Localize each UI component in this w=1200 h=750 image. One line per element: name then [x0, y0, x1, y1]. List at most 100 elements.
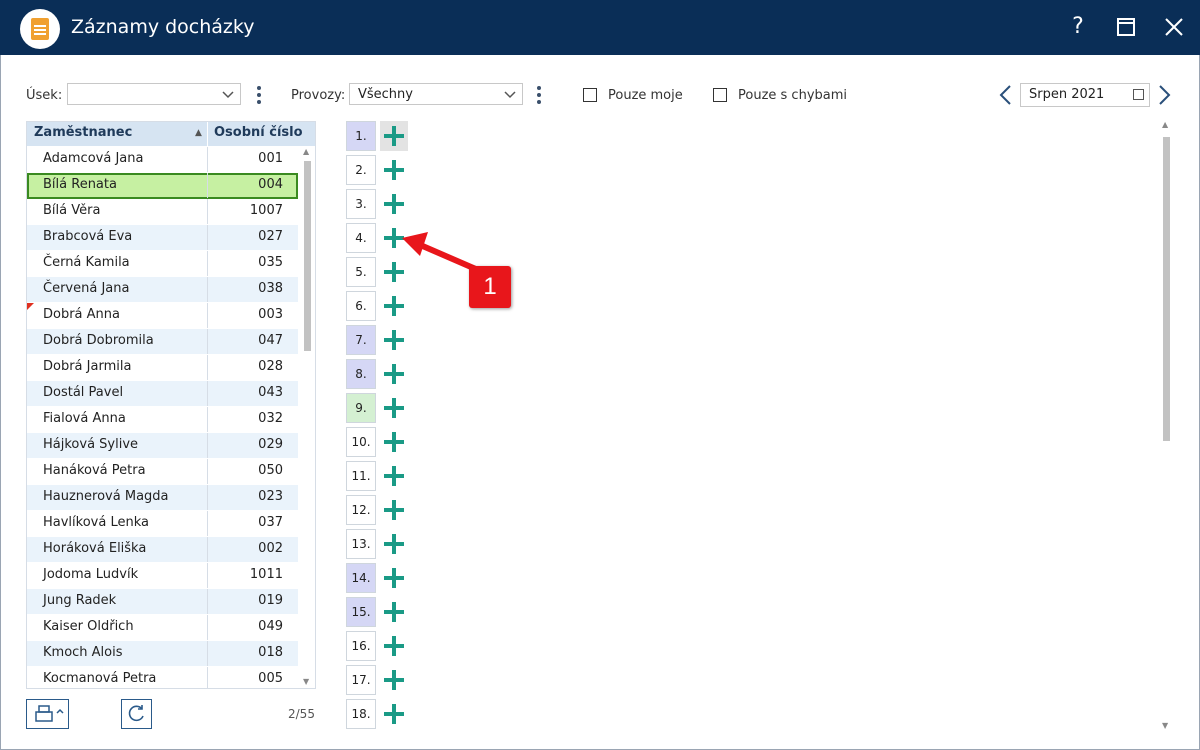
- maximize-button[interactable]: [1111, 12, 1141, 42]
- add-record-button[interactable]: [380, 563, 408, 593]
- add-record-button[interactable]: [380, 393, 408, 423]
- add-record-button[interactable]: [380, 597, 408, 627]
- next-month-button[interactable]: [1158, 83, 1172, 111]
- employee-name: Červená Jana: [43, 281, 130, 296]
- employee-number: 028: [258, 359, 283, 374]
- add-record-button[interactable]: [380, 427, 408, 457]
- maximize-icon: [1117, 18, 1135, 36]
- table-row[interactable]: Kmoch Alois 018: [27, 641, 298, 667]
- table-row[interactable]: Fialová Anna 032: [27, 407, 298, 433]
- pouze-chyby-label[interactable]: Pouze s chybami: [738, 88, 847, 103]
- grid-scrollbar[interactable]: ▲ ▼: [299, 147, 315, 688]
- chevron-down-icon: [222, 84, 234, 114]
- scroll-down-icon[interactable]: ▼: [1162, 721, 1168, 730]
- table-row[interactable]: Dostál Pavel 043: [27, 381, 298, 407]
- pouze-moje-label[interactable]: Pouze moje: [608, 88, 683, 103]
- prev-month-button[interactable]: [998, 83, 1012, 111]
- provozy-select[interactable]: Všechny: [349, 83, 523, 105]
- table-row[interactable]: Hauznerová Magda 023: [27, 485, 298, 511]
- chevron-left-icon: [999, 85, 1011, 105]
- employee-name: Horáková Eliška: [43, 541, 147, 556]
- add-record-button[interactable]: [380, 529, 408, 559]
- help-button[interactable]: ?: [1063, 12, 1093, 42]
- employee-name: Kocmanová Petra: [43, 671, 157, 686]
- table-row[interactable]: Adamcová Jana 001: [27, 147, 298, 173]
- employee-number: 004: [258, 177, 283, 192]
- employee-number: 050: [258, 463, 283, 478]
- add-record-button[interactable]: [380, 189, 408, 219]
- add-record-button[interactable]: [380, 155, 408, 185]
- day-label: 3.: [346, 189, 376, 219]
- table-row[interactable]: Dobrá Jarmila 028: [27, 355, 298, 381]
- table-row[interactable]: Bílá Renata 004: [27, 173, 298, 199]
- employee-name: Bílá Renata: [43, 177, 117, 192]
- refresh-button[interactable]: [121, 699, 152, 729]
- day-label: 13.: [346, 529, 376, 559]
- print-button[interactable]: [26, 699, 69, 729]
- day-label: 9.: [346, 393, 376, 423]
- table-row[interactable]: Černá Kamila 035: [27, 251, 298, 277]
- calendar-notepad-icon: [20, 9, 60, 49]
- table-row[interactable]: Havlíková Lenka 037: [27, 511, 298, 537]
- table-row[interactable]: Hanáková Petra 050: [27, 459, 298, 485]
- add-record-button[interactable]: [380, 257, 408, 287]
- day-label: 12.: [346, 495, 376, 525]
- table-row[interactable]: Jung Radek 019: [27, 589, 298, 615]
- employee-number: 038: [258, 281, 283, 296]
- column-header-number[interactable]: Osobní číslo: [214, 125, 303, 140]
- warning-flag-icon: [27, 303, 34, 310]
- add-record-button[interactable]: [380, 699, 408, 729]
- period-picker[interactable]: Srpen 2021: [1020, 83, 1150, 107]
- day-label: 6.: [346, 291, 376, 321]
- employee-name: Jodoma Ludvík: [43, 567, 139, 582]
- calendar-icon[interactable]: [1133, 89, 1144, 100]
- employee-grid: Zaměstnanec ▲ Osobní číslo Adamcová Jana…: [26, 121, 316, 689]
- table-row[interactable]: Dobrá Dobromila 047: [27, 329, 298, 355]
- days-scrollbar[interactable]: ▲ ▼: [1160, 120, 1172, 730]
- scroll-down-icon[interactable]: ▼: [303, 677, 309, 686]
- refresh-icon: [128, 705, 144, 722]
- table-row[interactable]: Kocmanová Petra 005: [27, 667, 298, 688]
- employee-number: 043: [258, 385, 283, 400]
- add-record-button[interactable]: [380, 325, 408, 355]
- pouze-chyby-checkbox[interactable]: [713, 88, 727, 102]
- sort-ascending-icon: ▲: [195, 128, 202, 138]
- usek-select[interactable]: [67, 83, 241, 105]
- table-row[interactable]: Brabcová Eva 027: [27, 225, 298, 251]
- pouze-moje-checkbox[interactable]: [583, 88, 597, 102]
- add-record-button[interactable]: [380, 461, 408, 491]
- employee-name: Dobrá Anna: [43, 307, 120, 322]
- table-row[interactable]: Bílá Věra 1007: [27, 199, 298, 225]
- table-row[interactable]: Kaiser Oldřich 049: [27, 615, 298, 641]
- scroll-thumb[interactable]: [1163, 137, 1170, 441]
- employee-number: 002: [258, 541, 283, 556]
- close-button[interactable]: [1159, 12, 1189, 42]
- employee-name: Fialová Anna: [43, 411, 126, 426]
- table-row[interactable]: Dobrá Anna 003: [27, 303, 298, 329]
- employee-number: 005: [258, 671, 283, 686]
- add-record-button[interactable]: [380, 665, 408, 695]
- add-record-button[interactable]: [380, 631, 408, 661]
- period-value: Srpen 2021: [1029, 87, 1105, 102]
- column-header-name[interactable]: Zaměstnanec: [34, 125, 132, 140]
- provozy-more-menu-icon[interactable]: [537, 86, 541, 107]
- add-record-button[interactable]: [380, 121, 408, 151]
- day-label: 14.: [346, 563, 376, 593]
- employee-name: Havlíková Lenka: [43, 515, 149, 530]
- add-record-button[interactable]: [380, 495, 408, 525]
- record-counter: 2/55: [288, 707, 315, 721]
- employee-name: Hanáková Petra: [43, 463, 146, 478]
- employee-number: 019: [258, 593, 283, 608]
- add-record-button[interactable]: [380, 291, 408, 321]
- scroll-up-icon[interactable]: ▲: [1162, 120, 1168, 129]
- add-record-button[interactable]: [380, 359, 408, 389]
- scroll-up-icon[interactable]: ▲: [303, 147, 309, 156]
- table-row[interactable]: Horáková Eliška 002: [27, 537, 298, 563]
- scroll-thumb[interactable]: [304, 161, 311, 351]
- table-row[interactable]: Jodoma Ludvík 1011: [27, 563, 298, 589]
- table-row[interactable]: Červená Jana 038: [27, 277, 298, 303]
- day-label: 2.: [346, 155, 376, 185]
- table-row[interactable]: Hájková Sylive 029: [27, 433, 298, 459]
- usek-more-menu-icon[interactable]: [257, 86, 261, 107]
- add-record-button[interactable]: [380, 223, 408, 253]
